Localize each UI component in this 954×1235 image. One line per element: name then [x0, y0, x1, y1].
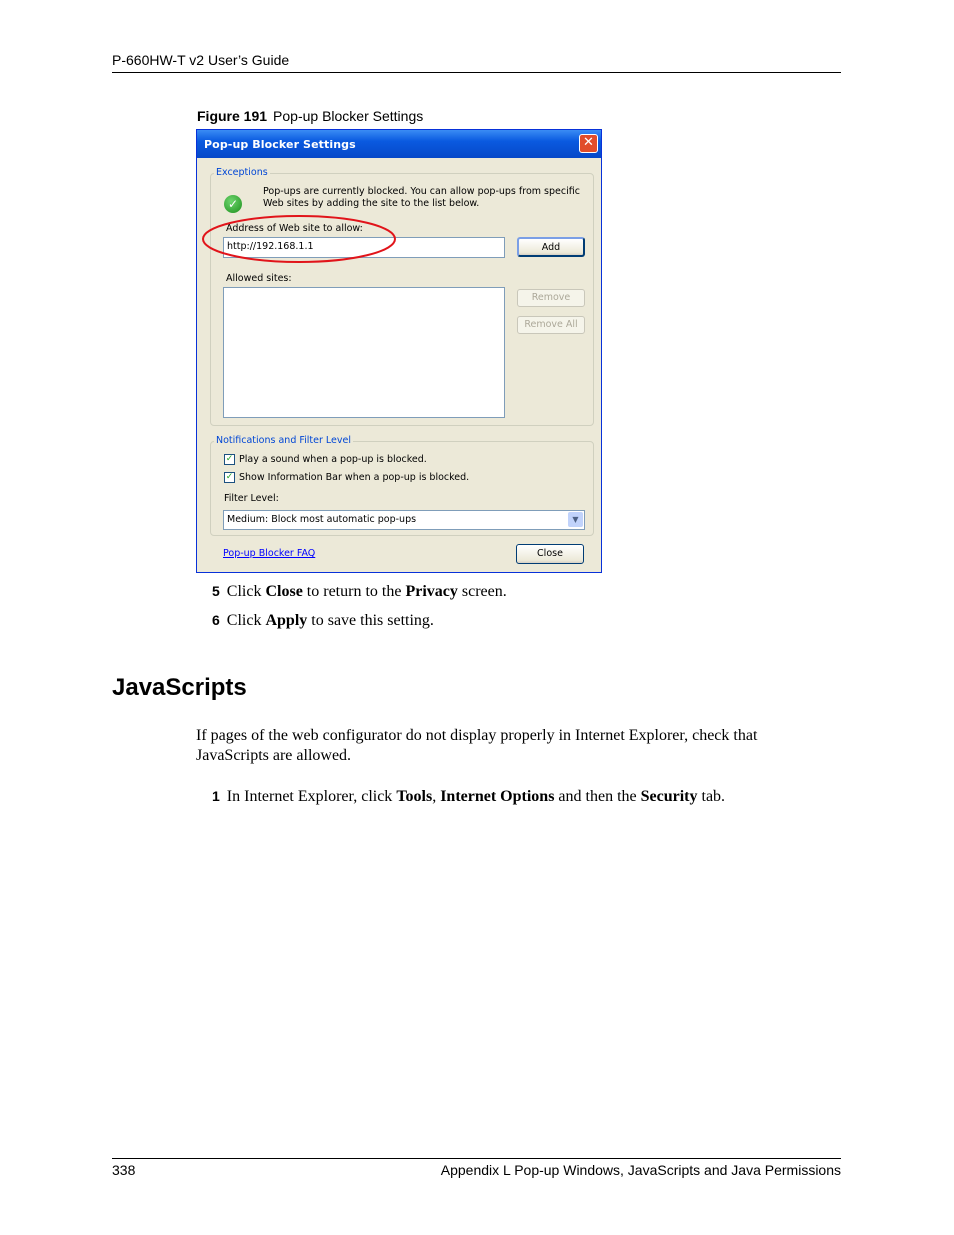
- step-6-apply: Apply: [265, 612, 308, 629]
- step-5-close: Close: [265, 583, 303, 600]
- step-1-number: 1: [212, 788, 220, 804]
- step-1-tools: Tools: [396, 788, 433, 805]
- header-rule: [112, 72, 841, 73]
- step-5-text-c: to return to the: [302, 583, 406, 600]
- section-heading: JavaScripts: [112, 674, 247, 701]
- step-1-text-c: ,: [432, 788, 441, 805]
- page-header-title: P-660HW-T v2 User’s Guide: [112, 52, 290, 68]
- figure-caption: Figure 191 Pop-up Blocker Settings: [197, 108, 423, 124]
- step-5-privacy: Privacy: [405, 583, 458, 600]
- footer-page-number: 338: [112, 1162, 136, 1178]
- step-1: 1 In Internet Explorer, click Tools, Inte…: [212, 788, 725, 806]
- step-6-number: 6: [212, 612, 220, 628]
- figure-label: Figure 191: [197, 108, 268, 124]
- footer-rule: [112, 1158, 841, 1159]
- step-1-text-e: and then the: [554, 788, 641, 805]
- step-6-text-a: Click: [226, 612, 266, 629]
- step-5: 5 Click Close to return to the Privacy sc…: [212, 583, 507, 601]
- footer-chapter: Appendix L Pop-up Windows, JavaScripts a…: [440, 1162, 841, 1178]
- section-paragraph: If pages of the web configurator do not …: [196, 727, 758, 764]
- step-6: 6 Click Apply to save this setting.: [212, 612, 434, 630]
- step-1-security: Security: [640, 788, 698, 805]
- step-5-text-e: screen.: [457, 583, 507, 600]
- step-5-text-a: Click: [226, 583, 266, 600]
- step-1-text-g: tab.: [697, 788, 726, 805]
- step-1-internet-options: Internet Options: [440, 788, 555, 805]
- figure-caption-text: Pop-up Blocker Settings: [273, 108, 424, 124]
- step-1-text-a: In Internet Explorer, click: [226, 788, 397, 805]
- red-highlight-ellipse: [202, 215, 396, 263]
- popup-blocker-dialog: Pop-up Blocker Settings ✕ Exceptions ✓ P…: [196, 129, 602, 573]
- step-6-text-c: to save this setting.: [307, 612, 434, 629]
- step-5-number: 5: [212, 583, 220, 599]
